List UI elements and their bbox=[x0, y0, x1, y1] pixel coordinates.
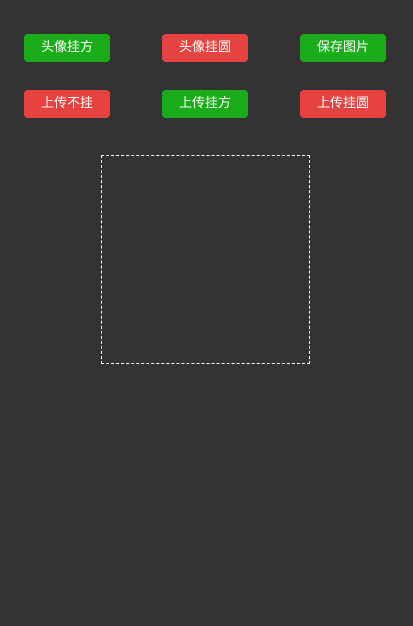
avatar-frame-round-button[interactable]: 头像挂圆 bbox=[162, 34, 248, 62]
upload-frame-round-button[interactable]: 上传挂圆 bbox=[300, 90, 386, 118]
page: 头像挂方 头像挂圆 保存图片 上传不挂 上传挂方 上传挂圆 bbox=[0, 0, 413, 626]
image-canvas[interactable] bbox=[101, 155, 310, 364]
upload-no-frame-button[interactable]: 上传不挂 bbox=[24, 90, 110, 118]
avatar-frame-square-button[interactable]: 头像挂方 bbox=[24, 34, 110, 62]
upload-frame-square-button[interactable]: 上传挂方 bbox=[162, 90, 248, 118]
save-image-button[interactable]: 保存图片 bbox=[300, 34, 386, 62]
